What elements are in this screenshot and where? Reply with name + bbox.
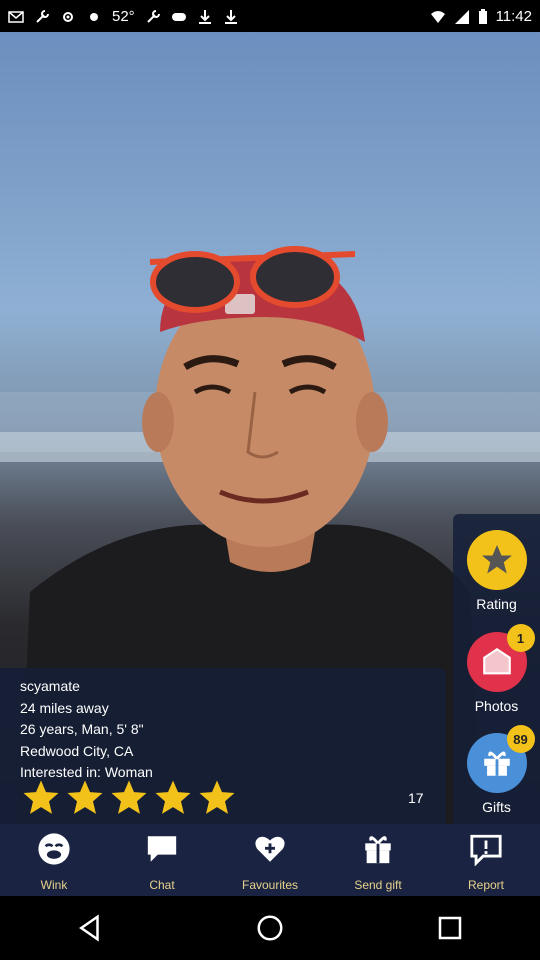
report-exclamation-icon [469,832,503,866]
download-icon [223,9,239,24]
wink-label: Wink [40,878,68,892]
download-icon [197,9,213,24]
gifts-count-badge: 89 [506,725,535,753]
wink-face-icon [37,832,71,866]
favourites-button[interactable]: Favourites [216,824,324,896]
status-bar: 52° 11:42 [0,0,540,32]
send-gift-label: Send gift [354,878,402,892]
report-label: Report [467,878,505,892]
star-icon [199,780,235,814]
clock: 11:42 [495,7,532,25]
username: scyamate [20,678,80,694]
settings-icon [60,9,76,23]
favourites-label: Favourites [241,878,299,892]
star-icon [111,780,147,814]
photos-label: Photos [474,698,519,714]
chat-label: Chat [149,878,175,892]
action-tab-bar: Wink Chat Favourites Send gift Report [0,824,540,896]
screen: 52° 11:42 Rating 1 Photos 89 Gifts scyam… [0,0,540,960]
gift-icon [361,832,395,866]
location: Redwood City, CA [20,742,134,759]
status-notifications: 52° [8,8,430,25]
email-icon [8,9,24,23]
wink-button[interactable]: Wink [0,824,108,896]
back-button[interactable] [60,898,120,958]
system-nav-bar [0,896,540,960]
star-icon [23,780,59,814]
chat-bubble-icon [145,832,179,866]
recents-button[interactable] [420,898,480,958]
distance: 24 miles away [20,699,109,716]
chat-button[interactable]: Chat [108,824,216,896]
home-button[interactable] [240,898,300,958]
star-icon [155,780,191,814]
back-triangle-icon [79,914,99,942]
photos-circle: 1 [466,624,535,692]
report-button[interactable]: Report [432,824,540,896]
home-circle-icon [257,915,283,941]
star-icon [481,545,512,574]
profile-actions-panel: Rating 1 Photos 89 Gifts [453,514,540,824]
rating-circle [466,530,527,590]
send-gift-button[interactable]: Send gift [324,824,432,896]
photos-count-badge: 1 [506,624,535,652]
gifts-circle: 89 [466,725,535,793]
heart-plus-icon [253,832,287,866]
wifi-icon [430,9,446,23]
photo-frame-icon [482,647,511,675]
rating-label: Rating [476,596,517,612]
profile-info-card: scyamate 24 miles away 26 years, Man, 5'… [0,668,446,824]
status-system: 11:42 [430,8,532,25]
star-icon [67,780,103,814]
temperature: 52° [112,7,135,25]
weather-icon [86,9,102,23]
wrench-icon [145,9,161,23]
wrench-icon [34,9,50,23]
recents-square-icon [438,916,462,940]
age-gender-height: 26 years, Man, 5' 8" [20,721,144,737]
battery-icon [478,9,488,24]
rating-count: 17 [408,790,424,806]
gift-icon [483,751,510,776]
rating-stars [20,778,238,818]
gamepad-icon [171,9,187,23]
signal-icon [454,9,470,24]
gifts-button[interactable]: 89 Gifts [453,717,540,817]
rating-button[interactable]: Rating [453,514,540,614]
gifts-label: Gifts [482,799,511,815]
photos-button[interactable]: 1 Photos [453,616,540,716]
